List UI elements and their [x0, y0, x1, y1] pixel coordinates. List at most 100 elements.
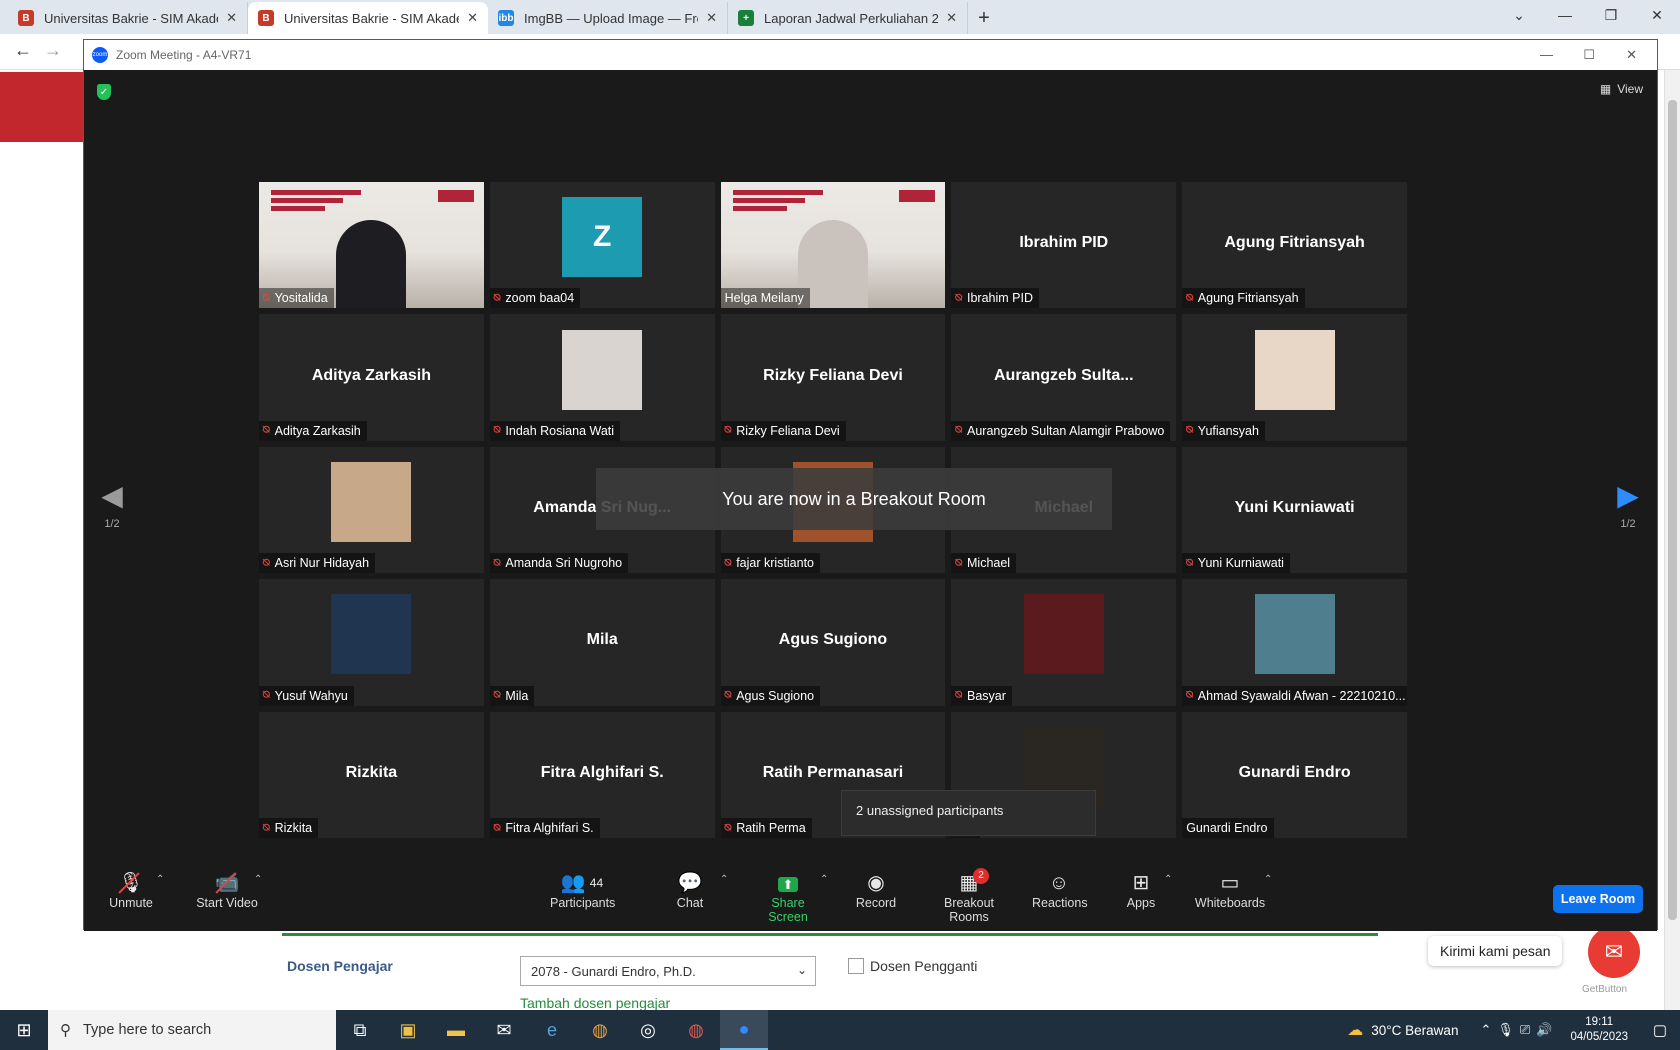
chat-label: Chat [676, 896, 704, 910]
participants-button[interactable]: 👥 44 Participants [550, 870, 615, 910]
dosen-pengajar-select[interactable]: 2078 - Gunardi Endro, Ph.D. ⌄ [520, 956, 816, 986]
tab-close-icon[interactable]: ✕ [467, 10, 478, 26]
tray-icons[interactable]: ⌃🎙⎚🔊 [1480, 1022, 1558, 1038]
unmute-button[interactable]: 🎙 Unmute [106, 870, 156, 910]
dosen-pengganti-option[interactable]: Dosen Pengganti [848, 958, 977, 974]
scrollbar-thumb[interactable] [1668, 100, 1677, 920]
page-scrollbar[interactable] [1664, 70, 1680, 1010]
zoom-taskbar-icon[interactable]: ● [720, 1010, 768, 1050]
participant-tile[interactable]: Rizky Feliana Devi ⍉ Rizky Feliana Devi [720, 314, 946, 441]
participant-tile[interactable]: ⍉ Asri Nur Hidayah [259, 446, 484, 574]
apps-button[interactable]: ⊞ Apps [1126, 870, 1156, 910]
participant-tile[interactable]: Yuni Kurniawati ⍉ Yuni Kurniawati [1182, 446, 1407, 574]
participant-tile[interactable]: Aditya Zarkasih ⍉ Aditya Zarkasih [259, 314, 484, 441]
zoom-minimize-icon[interactable]: — [1540, 47, 1553, 62]
participant-tile[interactable]: Agus Sugiono ⍉ Agus Sugiono [720, 579, 946, 706]
participant-tile[interactable]: Ibrahim PID ⍉ Ibrahim PID [951, 182, 1177, 309]
participant-tile[interactable]: Z ⍉ zoom baa04 [489, 182, 715, 309]
view-button[interactable]: ▦ View [1600, 82, 1643, 96]
muted-mic-icon: ⍉ [724, 424, 732, 437]
tab-close-icon[interactable]: ✕ [946, 10, 957, 26]
browser-tab[interactable]: B Universitas Bakrie - SIM Akadem ✕ [8, 2, 248, 34]
chat-widget-prompt[interactable]: Kirimi kami pesan [1428, 936, 1563, 966]
file-explorer-icon[interactable]: ▬ [432, 1010, 480, 1050]
back-icon[interactable]: ← [14, 40, 32, 61]
participant-tile[interactable]: Rizkita ⍉ Rizkita [259, 711, 484, 838]
start-video-button[interactable]: 📹 Start Video [190, 870, 264, 910]
dosen-pengganti-checkbox[interactable] [848, 958, 864, 974]
muted-mic-icon: ⍉ [493, 291, 501, 304]
next-page-arrow-icon[interactable]: ▶ [1608, 482, 1648, 510]
weather-widget[interactable]: ☁ 30°C Berawan [1347, 1020, 1458, 1040]
task-view-icon[interactable]: ⧉ [336, 1010, 384, 1050]
participant-name-label: ⍉ fajar kristianto [720, 553, 821, 574]
minimize-icon[interactable]: — [1542, 0, 1588, 30]
participant-tile[interactable]: Aurangzeb Sulta... ⍉ Aurangzeb Sultan Alam… [951, 314, 1177, 441]
participant-tile[interactable]: Agung Fitriansyah ⍉ Agung Fitriansyah [1182, 182, 1407, 309]
tab-close-icon[interactable]: ✕ [706, 10, 717, 26]
system-clock[interactable]: 19:11 04/05/2023 [1570, 1015, 1628, 1045]
participant-tile[interactable]: ⍉ Yufiansyah [1182, 314, 1407, 441]
participant-name-label: ⍉ Fitra Alghifari S. [489, 818, 600, 838]
participant-tile[interactable]: ⍉ Indah Rosiana Wati [489, 314, 715, 441]
new-tab-button[interactable]: + [968, 2, 1000, 34]
browser-tab[interactable]: B Universitas Bakrie - SIM Akadem ✕ [248, 2, 488, 34]
leave-room-button[interactable]: Leave Room [1553, 885, 1643, 913]
store-icon[interactable]: ▣ [384, 1010, 432, 1050]
tambah-dosen-link[interactable]: Tambah dosen pengajar [520, 995, 670, 1011]
participant-tile[interactable]: ⍉ Yositalida [259, 182, 484, 309]
prev-page-control[interactable]: ◀ 1/2 [92, 482, 132, 531]
share-screen-label: Share Screen [768, 896, 808, 924]
participant-name-text: Ibrahim PID [967, 291, 1033, 306]
participant-tile[interactable]: Gunardi Endro Gunardi Endro [1182, 711, 1407, 838]
next-page-control[interactable]: ▶ 1/2 [1608, 482, 1648, 531]
chat-button[interactable]: 💬 Chat [670, 870, 710, 910]
participant-tile[interactable]: ⍉ Basyar [951, 579, 1177, 706]
windows-start-icon[interactable]: ⊞ [0, 1010, 48, 1050]
camera-app-icon[interactable]: ◎ [624, 1010, 672, 1050]
participant-name-text: Helga Meilany [724, 291, 804, 306]
zoom-maximize-icon[interactable]: ☐ [1583, 47, 1595, 63]
restore-icon[interactable]: ❐ [1588, 0, 1634, 30]
mail-icon[interactable]: ✉ [480, 1010, 528, 1050]
participant-name-label: ⍉ Basyar [951, 685, 1012, 706]
notification-center-icon[interactable]: ▢ [1640, 1021, 1680, 1039]
browser-tab[interactable]: ibb ImgBB — Upload Image — Free I ✕ [488, 2, 728, 34]
reactions-button[interactable]: ☺ Reactions [1032, 870, 1088, 910]
chat-bubble-icon[interactable]: ✉ [1588, 926, 1640, 978]
encryption-shield-icon[interactable]: ✓ [97, 84, 111, 100]
record-button[interactable]: ◉ Record [854, 870, 898, 910]
participant-tile[interactable]: ⍉ Ahmad Syawaldi Afwan - 22210210... [1182, 579, 1407, 706]
chrome-profile-icon[interactable]: ◍ [672, 1010, 720, 1050]
participant-tile[interactable]: Fitra Alghifari S. ⍉ Fitra Alghifari S. [489, 711, 715, 838]
tab-title: Universitas Bakrie - SIM Akadem [284, 10, 460, 26]
browser-tab[interactable]: + Laporan Jadwal Perkuliahan 2023 ✕ [728, 2, 968, 34]
chrome-icon[interactable]: ◍ [576, 1010, 624, 1050]
participant-name-text: Fitra Alghifari S. [505, 821, 594, 835]
participant-tile[interactable]: ⍉ Yusuf Wahyu [259, 579, 484, 706]
close-icon[interactable]: ✕ [1634, 0, 1680, 30]
muted-mic-icon: ⍉ [263, 424, 270, 437]
tab-search-icon[interactable]: ⌄ [1496, 0, 1542, 30]
participant-name-label: ⍉ Yositalida [259, 288, 334, 309]
prev-page-arrow-icon[interactable]: ◀ [92, 482, 132, 510]
site-header-band [0, 72, 84, 142]
tab-close-icon[interactable]: ✕ [226, 10, 237, 26]
whiteboards-button[interactable]: ▭ Whiteboards [1194, 870, 1266, 910]
edge-browser-icon[interactable]: e [528, 1010, 576, 1050]
system-tray: ☁ 30°C Berawan ⌃🎙⎚🔊 19:11 04/05/2023 ▢ [1347, 1010, 1680, 1050]
breakout-rooms-button[interactable]: ▦ 2 Breakout Rooms [924, 868, 1014, 924]
zoom-close-icon[interactable]: ✕ [1626, 47, 1637, 63]
taskbar-search-placeholder: Type here to search [83, 1022, 212, 1038]
participant-name-label: ⍉ Rizky Feliana Devi [720, 420, 846, 441]
participant-tile[interactable]: Mila ⍉ Mila [489, 579, 715, 706]
video-background-logo [899, 190, 936, 202]
unassigned-participants-popup[interactable]: 2 unassigned participants [841, 790, 1096, 836]
taskbar-search[interactable]: ⚲ Type here to search [48, 1010, 336, 1050]
participant-name-text: Ratih Perma [736, 821, 806, 835]
share-screen-button[interactable]: ⬆ Share Screen [752, 870, 824, 924]
video-background-banner [732, 190, 823, 230]
participant-tile[interactable]: Helga Meilany [720, 182, 946, 309]
getbutton-credit[interactable]: GetButton [1582, 984, 1627, 995]
forward-icon[interactable]: → [44, 40, 62, 61]
